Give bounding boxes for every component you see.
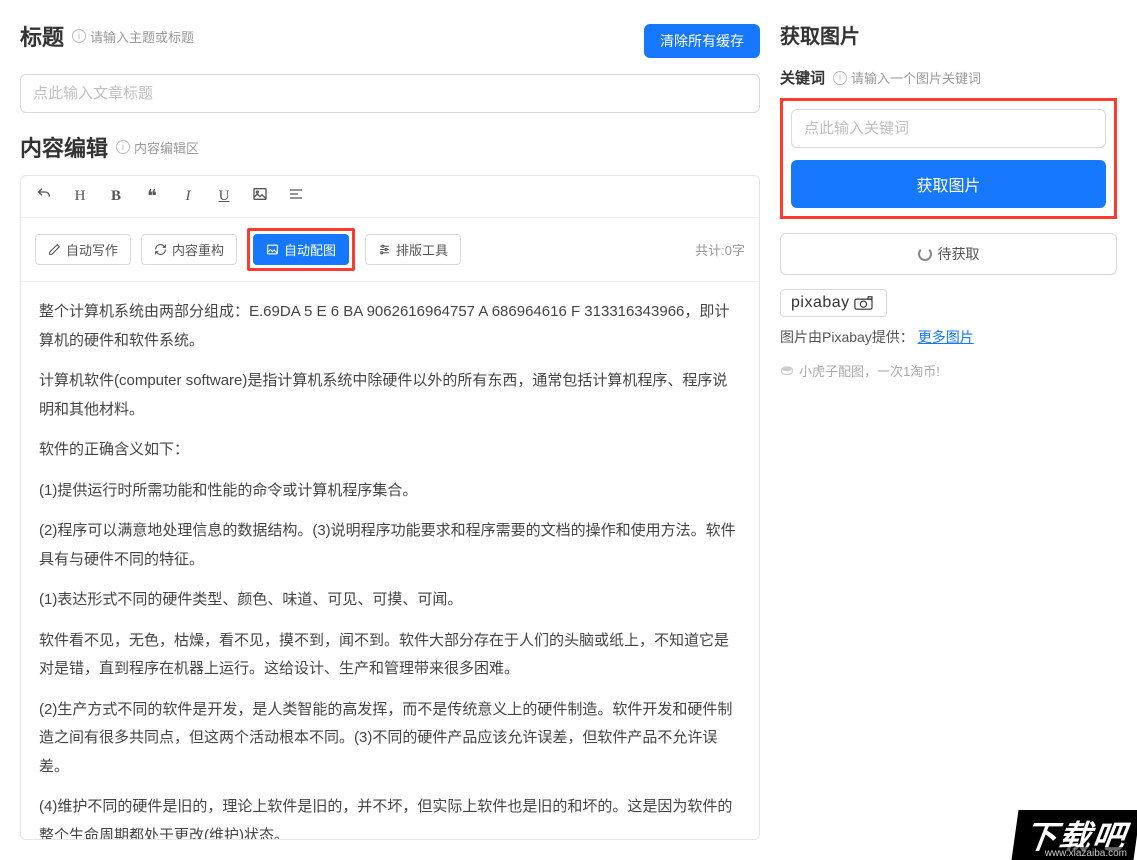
pencil-icon	[48, 243, 61, 256]
fetch-image-title: 获取图片	[780, 20, 1117, 49]
auto-write-button[interactable]: 自动写作	[35, 234, 131, 265]
content-section-hint: i 内容编辑区	[116, 138, 199, 157]
content-paragraph: 软件看不见，无色，枯燥，看不见，摸不到，闻不到。软件大部分存在于人们的头脑或纸上…	[39, 627, 741, 684]
editor-box: H B ❝ I U 自动写作	[20, 175, 760, 840]
coin-icon	[780, 364, 794, 378]
italic-icon[interactable]: I	[179, 188, 197, 205]
side-column: 获取图片 关键词 i 请输入一个图片关键词 获取图片 待获取 pixabay 图…	[770, 0, 1137, 860]
underline-icon[interactable]: U	[215, 188, 233, 205]
content-paragraph: (1)表达形式不同的硬件类型、颜色、味道、可见、可摸、可闻。	[39, 586, 741, 615]
main-column: 标题 i 请输入主题或标题 清除所有缓存 内容编辑 i 内容编辑区	[0, 0, 770, 860]
keyword-input[interactable]	[791, 109, 1106, 148]
info-icon: i	[116, 140, 130, 154]
info-icon: i	[72, 29, 86, 43]
keyword-highlight-box: 获取图片	[780, 98, 1117, 219]
pending-button[interactable]: 待获取	[780, 233, 1117, 275]
content-paragraph: 整个计算机系统由两部分组成：E.69DA 5 E 6 BA 9062616964…	[39, 298, 741, 355]
content-paragraph: (2)程序可以满意地处理信息的数据结构。(3)说明程序功能要求和程序需要的文档的…	[39, 517, 741, 574]
clear-cache-button[interactable]: 清除所有缓存	[644, 24, 760, 58]
layout-tool-button[interactable]: 排版工具	[365, 234, 461, 265]
action-toolbar: 自动写作 内容重构 自动配图	[21, 218, 759, 282]
heading-icon[interactable]: H	[71, 188, 89, 205]
refresh-icon	[154, 243, 167, 256]
content-paragraph: (4)维护不同的硬件是旧的，理论上软件是旧的，并不坏，但实际上软件也是旧的和坏的…	[39, 793, 741, 839]
keyword-hint: i 请输入一个图片关键词	[833, 68, 981, 87]
title-section-hint: i 请输入主题或标题	[72, 27, 194, 46]
restructure-button[interactable]: 内容重构	[141, 234, 237, 265]
loading-icon	[918, 247, 932, 261]
title-header: 标题 i 请输入主题或标题 清除所有缓存	[20, 20, 760, 62]
title-section-label: 标题	[20, 20, 64, 52]
content-paragraph: 计算机软件(computer software)是指计算机系统中除硬件以外的所有…	[39, 367, 741, 424]
auto-image-highlight: 自动配图	[247, 228, 355, 271]
content-paragraph: (2)生产方式不同的软件是开发，是人类智能的高发挥，而不是传统意义上的硬件制造。…	[39, 696, 741, 782]
coin-tip: 小虎子配图，一次1淘币!	[780, 361, 1117, 380]
watermark-url: www.xiazaiba.com	[1041, 847, 1131, 860]
keyword-label: 关键词	[780, 67, 825, 88]
undo-icon[interactable]	[35, 186, 53, 207]
content-paragraph: (1)提供运行时所需功能和性能的命令或计算机程序集合。	[39, 477, 741, 506]
editor-content[interactable]: 整个计算机系统由两部分组成：E.69DA 5 E 6 BA 9062616964…	[21, 282, 759, 839]
camera-icon	[854, 296, 876, 310]
format-toolbar: H B ❝ I U	[21, 176, 759, 218]
image-credit: 图片由Pixabay提供： 更多图片	[780, 327, 1117, 347]
bold-icon[interactable]: B	[107, 188, 125, 205]
align-left-icon[interactable]	[287, 186, 305, 207]
settings-icon	[378, 243, 391, 256]
info-icon: i	[833, 71, 847, 85]
pixabay-badge: pixabay	[780, 289, 887, 317]
content-paragraph: 软件的正确含义如下：	[39, 436, 741, 465]
image-icon[interactable]	[251, 186, 269, 207]
quote-icon[interactable]: ❝	[143, 186, 161, 207]
word-counter: 共计:0字	[695, 240, 745, 259]
picture-icon	[266, 243, 279, 256]
auto-image-button[interactable]: 自动配图	[253, 234, 349, 265]
article-title-input[interactable]	[20, 74, 760, 113]
fetch-image-button[interactable]: 获取图片	[791, 160, 1106, 208]
keyword-header: 关键词 i 请输入一个图片关键词	[780, 67, 1117, 88]
content-section-label: 内容编辑	[20, 131, 108, 163]
more-images-link[interactable]: 更多图片	[918, 329, 974, 345]
